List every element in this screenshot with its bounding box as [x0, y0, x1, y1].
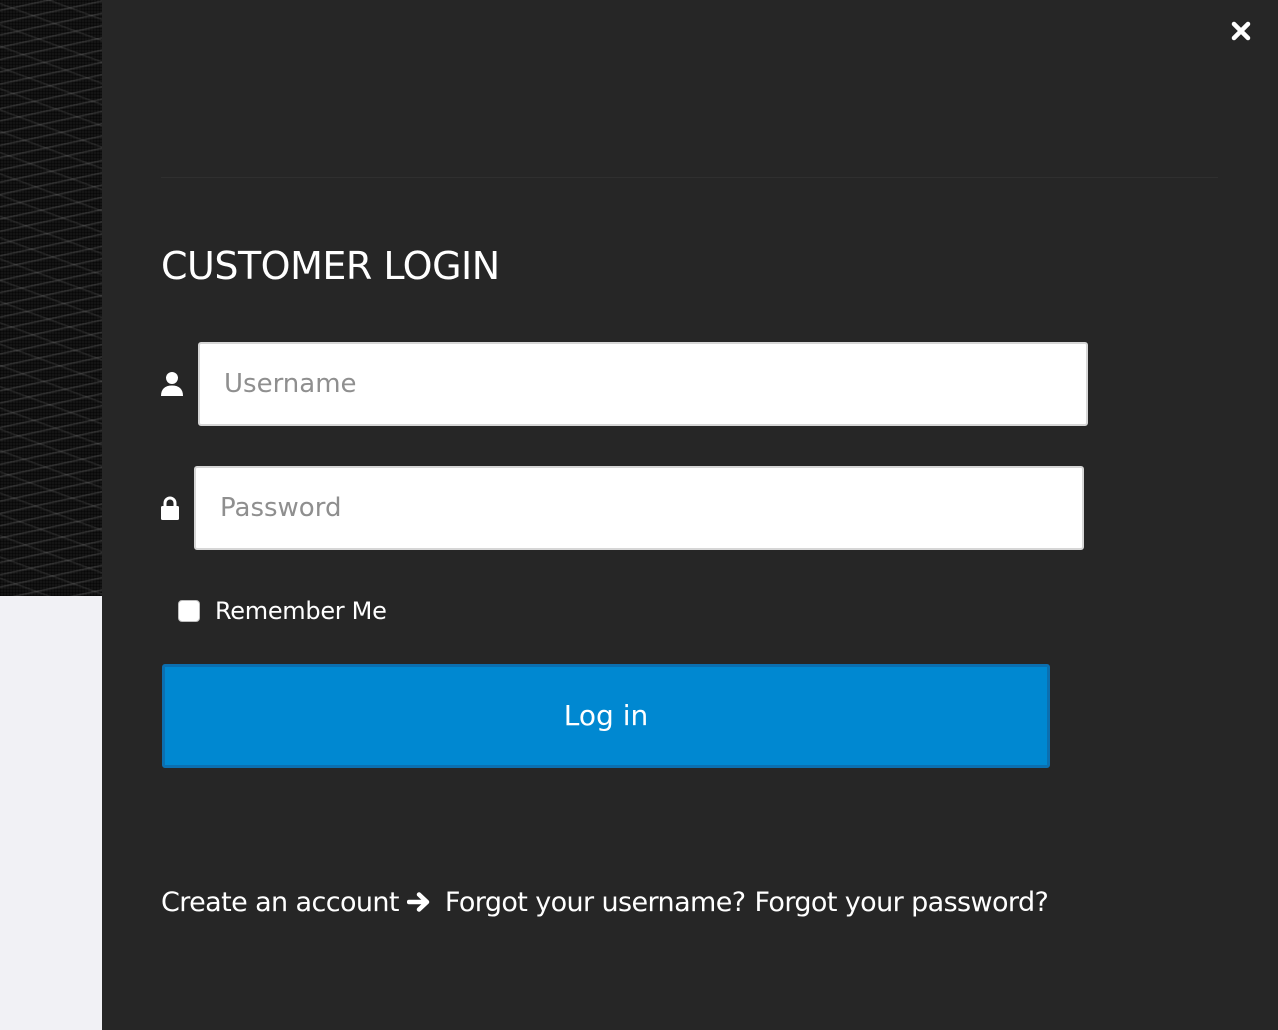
page-title: CUSTOMER LOGIN — [161, 244, 500, 288]
username-input[interactable] — [198, 342, 1088, 426]
close-button[interactable] — [1230, 20, 1252, 42]
create-account-link[interactable]: Create an account — [161, 887, 400, 918]
forgot-password-link[interactable]: Forgot your password? — [754, 887, 1048, 918]
remember-me: Remember Me — [178, 595, 387, 627]
login-button[interactable]: Log in — [162, 664, 1050, 768]
remember-me-label[interactable]: Remember Me — [215, 597, 387, 625]
password-input[interactable] — [194, 466, 1084, 550]
background-image — [0, 0, 102, 596]
header-divider — [161, 177, 1218, 178]
page: CUSTOMER LOGIN Remember Me Log in Create… — [0, 0, 1278, 1030]
login-modal: CUSTOMER LOGIN Remember Me Log in Create… — [102, 0, 1278, 1030]
user-icon — [161, 372, 183, 396]
close-icon — [1231, 21, 1251, 41]
arrow-right-icon — [406, 892, 430, 912]
forgot-username-link[interactable]: Forgot your username? — [445, 887, 746, 918]
lock-icon — [161, 496, 179, 520]
account-links: Create an account Forgot your username? … — [161, 880, 1049, 924]
remember-me-checkbox[interactable] — [178, 600, 200, 622]
